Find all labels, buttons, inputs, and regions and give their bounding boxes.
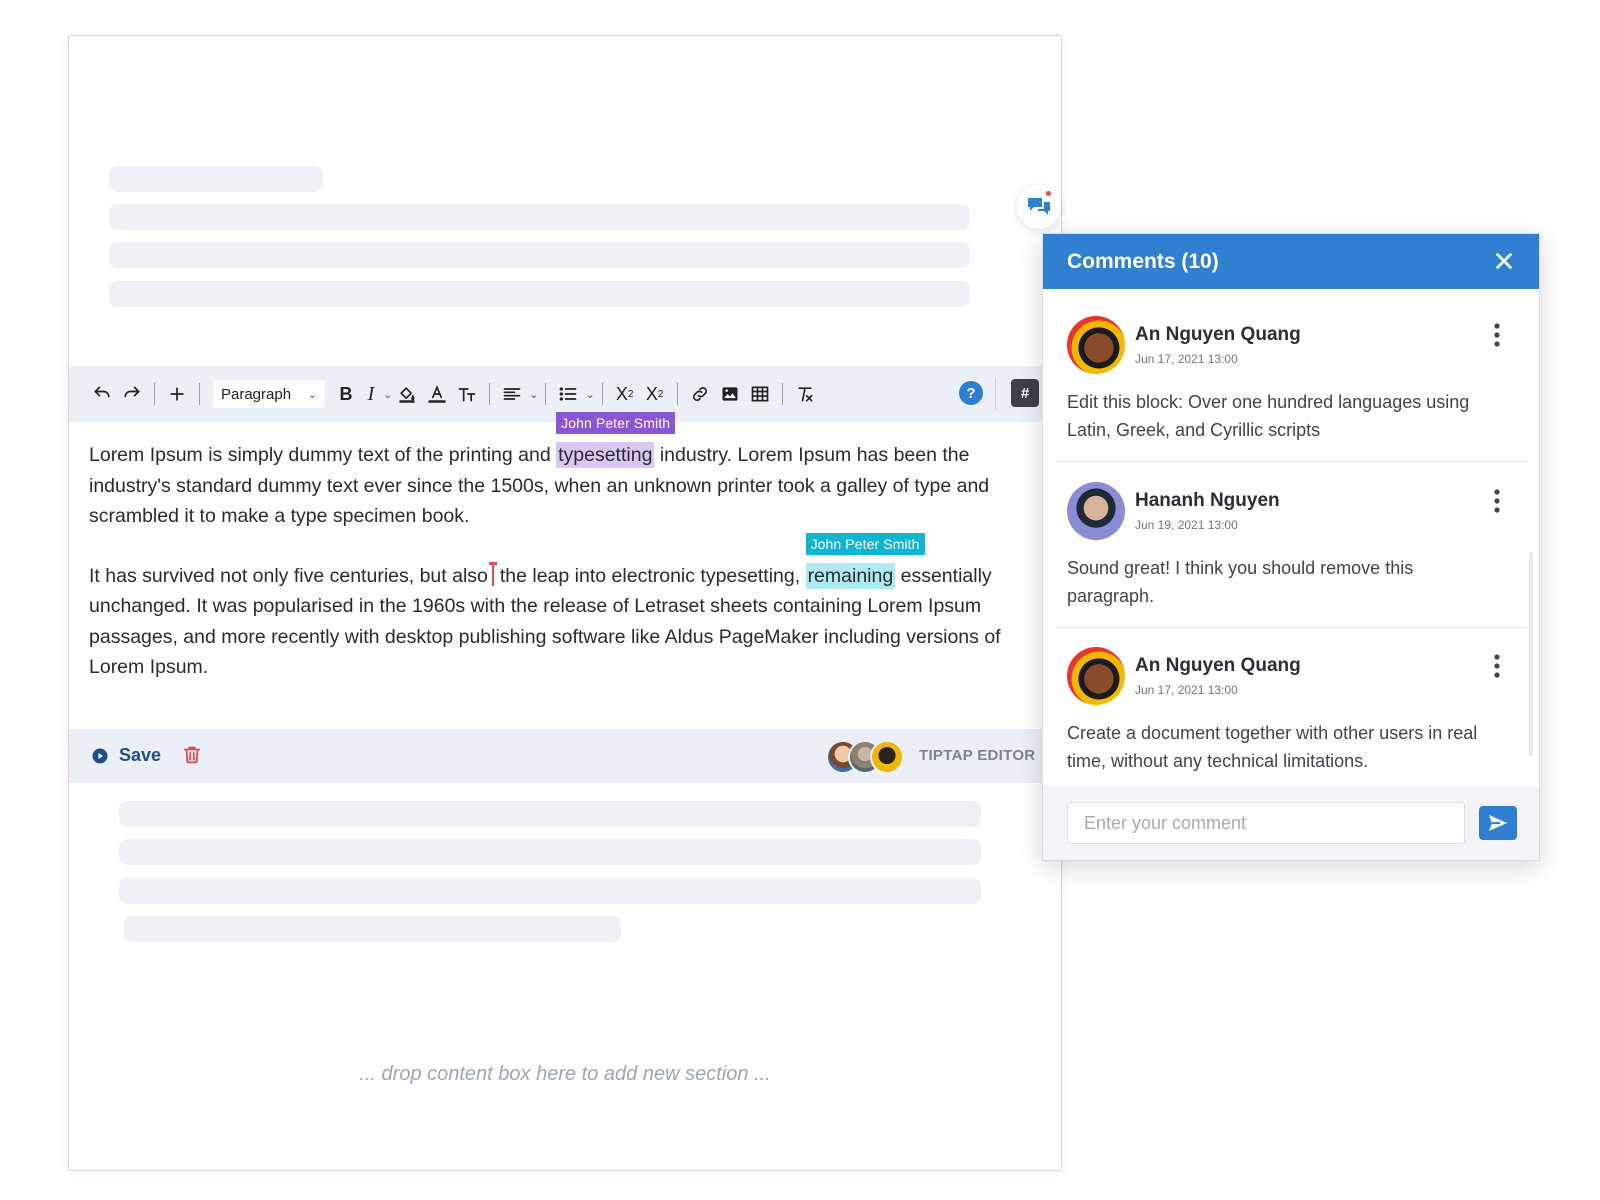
bold-icon[interactable]: B — [333, 379, 359, 409]
text-segment: It has survived not only five centuries,… — [89, 564, 488, 587]
avatar — [870, 740, 904, 774]
drop-zone-hint: ... drop content box here to add new sec… — [359, 1063, 771, 1085]
notification-dot — [1046, 191, 1051, 196]
paragraph-select-label: Paragraph — [221, 385, 292, 403]
text-segment: Lorem Ipsum is simply dummy text of the … — [89, 444, 557, 466]
fill-color-icon[interactable] — [394, 379, 420, 409]
chevron-down-icon[interactable]: ⌄ — [529, 388, 538, 401]
toolbar-separator — [199, 383, 200, 405]
italic-icon[interactable]: I — [363, 379, 379, 409]
comment-date: Jun 17, 2021 13:00 — [1135, 683, 1238, 697]
save-button[interactable]: Save — [119, 745, 161, 766]
collaborator-label: John Peter Smith — [556, 412, 676, 434]
skeleton-line — [124, 916, 621, 942]
avatar — [1067, 482, 1125, 540]
comment-date: Jun 19, 2021 13:00 — [1135, 518, 1238, 532]
skeleton-line — [109, 281, 970, 307]
clear-format-icon[interactable] — [792, 379, 818, 409]
collaborator-cursor — [488, 561, 497, 586]
divider — [1055, 461, 1527, 462]
paragraph: Lorem Ipsum is simply dummy text of the … — [89, 412, 1049, 532]
undo-icon[interactable] — [89, 379, 115, 409]
skeleton-line — [109, 242, 970, 268]
text-segment: the leap into electronic typesetting, — [499, 564, 806, 587]
hash-button[interactable]: # — [1011, 379, 1039, 407]
divider — [1055, 627, 1527, 628]
toolbar-separator — [601, 383, 603, 405]
toolbar-separator — [995, 378, 996, 410]
toolbar-separator — [676, 383, 678, 405]
scrollbar[interactable] — [1529, 552, 1533, 756]
chevron-down-icon[interactable]: ⌄ — [383, 388, 392, 401]
comments-title: Comments (10) — [1067, 249, 1219, 273]
editor-label: TIPTAP EDITOR — [919, 747, 1036, 764]
skeleton-line — [109, 204, 970, 230]
subscript-icon[interactable]: X2 — [612, 379, 638, 409]
text-color-icon[interactable] — [424, 379, 450, 409]
save-bar: Save TIPTAP EDITOR — [69, 729, 1061, 783]
highlight-text: typesetting — [558, 444, 653, 466]
more-vertical-icon[interactable] — [1493, 653, 1501, 679]
skeleton-line — [119, 839, 981, 865]
toolbar-separator — [154, 383, 155, 405]
comments-panel: Comments (10) An Nguyen Quang Jun 17, 20… — [1042, 233, 1540, 861]
stage: Paragraph ⌄ B I ⌄ ⌄ ⌄ X 2 X 2 ? # Lorem … — [0, 0, 1600, 1200]
skeleton-line — [109, 166, 323, 192]
paragraph: It has survived not only five centuries,… — [89, 532, 1049, 683]
more-vertical-icon[interactable] — [1493, 322, 1501, 348]
comment-date: Jun 17, 2021 13:00 — [1135, 352, 1238, 366]
comments-toggle-button[interactable] — [1017, 185, 1061, 229]
comment-composer — [1043, 786, 1539, 860]
comment-text: Create a document together with other us… — [1067, 723, 1478, 771]
align-icon[interactable] — [499, 379, 525, 409]
list-icon[interactable] — [555, 379, 581, 409]
plus-icon[interactable] — [164, 379, 190, 409]
toolbar-separator — [489, 383, 491, 405]
superscript-icon[interactable]: X2 — [642, 379, 668, 409]
more-vertical-icon[interactable] — [1493, 488, 1501, 514]
comment-text: Edit this block: Over one hundred langua… — [1067, 392, 1470, 440]
chat-icon — [1028, 198, 1050, 215]
comment-input[interactable] — [1067, 802, 1465, 844]
table-icon[interactable] — [747, 379, 773, 409]
close-icon[interactable] — [1493, 250, 1515, 272]
editor-content[interactable]: Lorem Ipsum is simply dummy text of the … — [89, 412, 1049, 683]
highlight-text: remaining — [807, 564, 894, 587]
skeleton-line — [119, 878, 981, 904]
play-circle-icon[interactable] — [91, 747, 109, 765]
chevron-down-icon[interactable]: ⌄ — [585, 388, 594, 401]
comment-author: An Nguyen Quang — [1135, 655, 1301, 676]
collaborator-label: John Peter Smith — [805, 532, 925, 555]
comment-author: Hananh Nguyen — [1135, 490, 1280, 511]
document-card: Paragraph ⌄ B I ⌄ ⌄ ⌄ X 2 X 2 ? # Lorem … — [68, 35, 1062, 1171]
collaborator-highlight: John Peter Smith remaining — [805, 532, 925, 589]
send-button[interactable] — [1479, 806, 1517, 840]
trash-icon[interactable] — [181, 744, 203, 766]
image-icon[interactable] — [717, 379, 743, 409]
avatar — [1067, 647, 1125, 705]
send-icon — [1489, 815, 1507, 831]
help-button[interactable]: ? — [959, 381, 983, 405]
avatar — [1067, 316, 1125, 374]
chevron-down-icon: ⌄ — [307, 388, 317, 401]
toolbar-separator — [545, 383, 547, 405]
collaborator-highlight: John Peter Smith typesetting — [556, 412, 676, 468]
redo-icon[interactable] — [119, 379, 145, 409]
link-icon[interactable] — [687, 379, 713, 409]
text-size-icon[interactable] — [454, 379, 480, 409]
paragraph-select[interactable]: Paragraph ⌄ — [213, 380, 325, 408]
comment-text: Sound great! I think you should remove t… — [1067, 558, 1414, 606]
toolbar-separator — [781, 383, 783, 405]
skeleton-line — [119, 801, 981, 827]
comments-panel-header: Comments (10) — [1043, 234, 1539, 289]
comment-author: An Nguyen Quang — [1135, 324, 1301, 345]
